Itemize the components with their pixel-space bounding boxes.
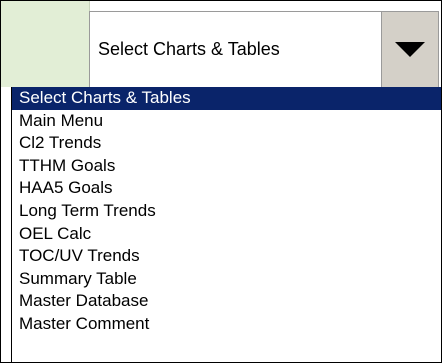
dropdown-item-summary-table[interactable]: Summary Table: [12, 268, 441, 291]
dropdown-item-master-comment[interactable]: Master Comment: [12, 313, 441, 336]
dropdown-item-select-charts-tables[interactable]: Select Charts & Tables: [12, 87, 441, 110]
chevron-down-icon: [395, 42, 425, 57]
dropdown-item-master-database[interactable]: Master Database: [12, 290, 441, 313]
sheet-header-area: Select Charts & Tables: [1, 1, 441, 87]
charts-tables-combo-box[interactable]: Select Charts & Tables: [89, 11, 439, 87]
dropdown-item-long-term-trends[interactable]: Long Term Trends: [12, 200, 441, 223]
dropdown-item-haa5-goals[interactable]: HAA5 Goals: [12, 177, 441, 200]
dropdown-item-tthm-goals[interactable]: TTHM Goals: [12, 155, 441, 178]
sheet-left-margin: [1, 87, 11, 362]
spreadsheet-window: Select Charts & Tables Select Charts & T…: [0, 0, 442, 363]
dropdown-list[interactable]: Select Charts & Tables Main Menu Cl2 Tre…: [11, 87, 441, 362]
dropdown-item-main-menu[interactable]: Main Menu: [12, 110, 441, 133]
dropdown-item-cl2-trends[interactable]: Cl2 Trends: [12, 132, 441, 155]
dropdown-item-toc-uv-trends[interactable]: TOC/UV Trends: [12, 245, 441, 268]
green-spreadsheet-cell[interactable]: [1, 1, 90, 87]
dropdown-toggle-button[interactable]: [381, 12, 438, 87]
combo-selected-value: Select Charts & Tables: [98, 39, 280, 59]
dropdown-item-oel-calc[interactable]: OEL Calc: [12, 223, 441, 246]
